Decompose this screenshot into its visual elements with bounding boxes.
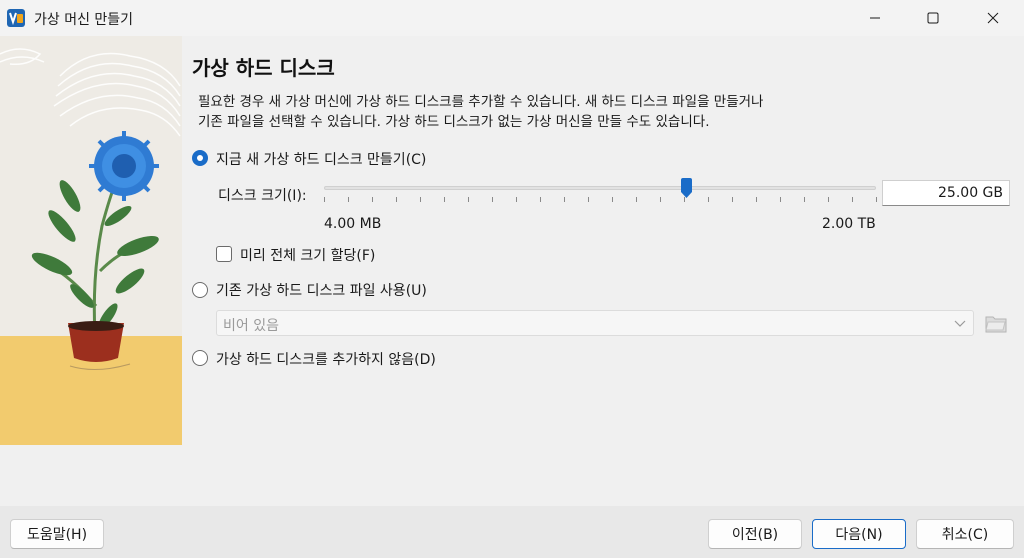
slider-tick [372,197,373,202]
window-title: 가상 머신 만들기 [34,12,134,28]
cancel-button[interactable]: 취소(C) [916,519,1014,549]
close-icon [987,12,999,24]
slider-min-label: 4.00 MB [324,216,382,232]
slider-tick [708,197,709,202]
wizard-artwork [0,36,182,445]
preallocate-checkbox[interactable] [216,246,232,262]
flower [89,131,159,201]
virtualbox-app-icon [7,9,25,27]
slider-tick [684,197,685,202]
slider-thumb[interactable] [681,178,693,198]
wizard-page: 가상 하드 디스크 필요한 경우 새 가상 머신에 가상 하드 디스크를 추가할… [182,36,1024,506]
slider-tick [396,197,397,202]
slider-tick [420,197,421,202]
wizard-footer: 도움말(H) 이전(B) 다음(N) 취소(C) [0,506,1024,558]
slider-tick [876,197,877,202]
use-existing-disk-radio[interactable] [192,282,208,298]
preallocate-label[interactable]: 미리 전체 크기 할당(F) [240,245,375,265]
slider-tick [516,197,517,202]
slider-tick [492,197,493,202]
slider-tick [780,197,781,202]
disk-size-slider[interactable] [324,186,876,190]
slider-ticks [324,197,877,203]
slider-tick [564,197,565,202]
existing-disk-select[interactable]: 비어 있음 [216,310,974,336]
description-line-2: 기존 파일을 선택할 수 있습니다. 가상 하드 디스크가 없는 가상 머신을 … [198,114,710,130]
disk-size-label: 디스크 크기(I): [218,188,307,204]
help-button[interactable]: 도움말(H) [10,519,104,549]
slider-tick [636,197,637,202]
slider-tick [852,197,853,202]
disk-size-input[interactable]: 25.00 GB [882,180,1010,206]
slider-tick [828,197,829,202]
slider-tick [540,197,541,202]
slider-tick [660,197,661,202]
back-button[interactable]: 이전(B) [708,519,802,549]
page-title: 가상 하드 디스크 [192,56,335,80]
folder-open-icon[interactable] [984,311,1008,335]
slider-tick [612,197,613,202]
maximize-button[interactable] [910,0,956,36]
minimize-button[interactable] [852,0,898,36]
chevron-down-icon [954,320,966,327]
slider-tick [732,197,733,202]
maximize-icon [927,12,939,24]
slider-tick [444,197,445,202]
slider-tick [348,197,349,202]
minimize-icon [870,17,880,19]
create-new-disk-radio[interactable] [192,150,208,166]
use-existing-disk-label[interactable]: 기존 가상 하드 디스크 파일 사용(U) [216,280,427,300]
no-disk-label[interactable]: 가상 하드 디스크를 추가하지 않음(D) [216,349,436,369]
page-description: 필요한 경우 새 가상 머신에 가상 하드 디스크를 추가할 수 있습니다. 새… [198,92,938,132]
slider-tick [468,197,469,202]
title-bar: 가상 머신 만들기 [0,0,1024,36]
slider-tick [588,197,589,202]
slider-tick [324,197,325,202]
no-disk-radio[interactable] [192,350,208,366]
close-button[interactable] [970,0,1016,36]
slider-tick [804,197,805,202]
slider-max-label: 2.00 TB [822,216,876,232]
next-button[interactable]: 다음(N) [812,519,906,549]
description-line-1: 필요한 경우 새 가상 머신에 가상 하드 디스크를 추가할 수 있습니다. 새… [198,94,764,110]
create-new-disk-label[interactable]: 지금 새 가상 하드 디스크 만들기(C) [216,149,426,169]
slider-tick [756,197,757,202]
